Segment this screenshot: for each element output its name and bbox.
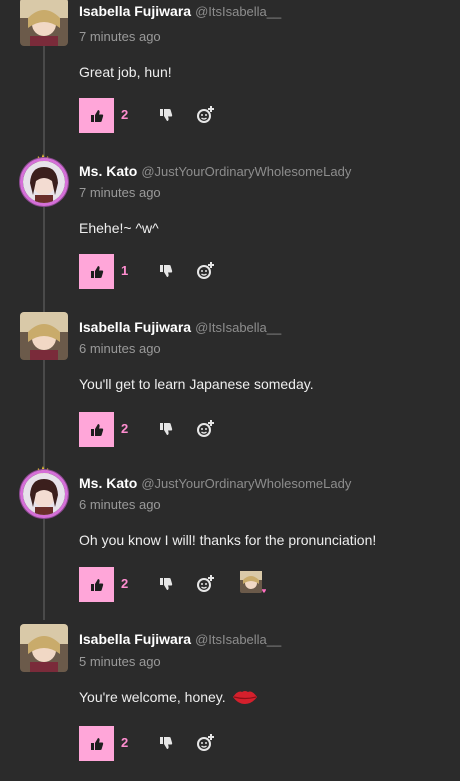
author-name-text[interactable]: Isabella Fujiwara	[79, 319, 191, 335]
thumbs-down-icon	[160, 737, 173, 749]
author-name[interactable]: Ms. Kato @JustYourOrdinaryWholesomeLady	[79, 163, 351, 179]
thumbs-down-icon	[160, 109, 173, 121]
timestamp: 6 minutes ago	[79, 341, 161, 356]
timestamp: 5 minutes ago	[79, 654, 161, 669]
comment: Isabella Fujiwara @ItsIsabella__ 6 minute…	[0, 312, 460, 468]
comment-text: Great job, hun!	[79, 64, 172, 80]
timestamp: 6 minutes ago	[79, 497, 161, 512]
author-name[interactable]: Isabella Fujiwara @ItsIsabella__	[79, 631, 281, 647]
like-button[interactable]	[79, 567, 114, 602]
reactor-avatar	[240, 571, 266, 593]
author-name-text[interactable]: Isabella Fujiwara	[79, 3, 191, 19]
thumbs-down-icon	[160, 578, 173, 590]
author-handle[interactable]: @ItsIsabella__	[195, 632, 281, 647]
add-reaction-button[interactable]	[196, 574, 216, 594]
comment-text: Oh you know I will! thanks for the pronu…	[79, 532, 377, 548]
author-name-text[interactable]: Ms. Kato	[79, 475, 137, 491]
like-button[interactable]	[79, 412, 114, 447]
comment: Ms. Kato @JustYourOrdinaryWholesomeLady 7…	[0, 154, 460, 312]
reaction-chip[interactable]	[238, 569, 270, 597]
like-count: 1	[121, 263, 129, 278]
like-count: 2	[121, 421, 129, 436]
comment-actions: 2	[79, 567, 439, 603]
like-button[interactable]	[79, 98, 114, 133]
comment-actions: 2	[79, 412, 439, 448]
like-button[interactable]	[79, 254, 114, 289]
add-reaction-button[interactable]	[196, 419, 216, 439]
timestamp: 7 minutes ago	[79, 185, 161, 200]
thumbs-down-icon	[160, 265, 173, 277]
thumbs-down-icon	[160, 423, 173, 435]
avatar[interactable]	[20, 0, 68, 46]
add-reaction-icon	[197, 575, 214, 592]
add-reaction-button[interactable]	[196, 261, 216, 281]
author-name-text[interactable]: Ms. Kato	[79, 163, 137, 179]
comment-text: You'll get to learn Japanese someday.	[79, 376, 314, 392]
add-reaction-icon	[197, 262, 214, 279]
comment-text: You're welcome, honey.	[79, 689, 258, 708]
thumbs-up-icon	[90, 578, 103, 591]
comment: Isabella Fujiwara @ItsIsabella__ 5 minute…	[0, 624, 460, 780]
comment-text: Ehehe!~ ^w^	[79, 220, 159, 236]
add-reaction-icon	[197, 106, 214, 123]
add-reaction-icon	[197, 734, 214, 751]
dislike-button[interactable]	[159, 264, 175, 280]
dislike-button[interactable]	[159, 422, 175, 438]
comment-actions: 2	[79, 726, 439, 762]
avatar[interactable]	[20, 158, 68, 206]
avatar[interactable]	[20, 312, 68, 360]
like-count: 2	[121, 576, 129, 591]
author-handle[interactable]: @ItsIsabella__	[195, 4, 281, 19]
comment-text-content: You're welcome, honey.	[79, 689, 226, 706]
avatar[interactable]	[20, 624, 68, 672]
dislike-button[interactable]	[159, 577, 175, 593]
thumbs-up-icon	[90, 737, 103, 750]
comment-actions: 2	[79, 98, 439, 134]
author-name[interactable]: Ms. Kato @JustYourOrdinaryWholesomeLady	[79, 475, 351, 491]
add-reaction-button[interactable]	[196, 105, 216, 125]
author-handle[interactable]: @JustYourOrdinaryWholesomeLady	[141, 476, 351, 491]
comment: Ms. Kato @JustYourOrdinaryWholesomeLady 6…	[0, 466, 460, 624]
timestamp: 7 minutes ago	[79, 29, 161, 44]
thumbs-up-icon	[90, 109, 103, 122]
add-reaction-icon	[197, 420, 214, 437]
thumbs-up-icon	[90, 423, 103, 436]
author-name[interactable]: Isabella Fujiwara @ItsIsabella__	[79, 319, 281, 335]
author-name-text[interactable]: Isabella Fujiwara	[79, 631, 191, 647]
like-count: 2	[121, 735, 129, 750]
comment-actions: 1	[79, 254, 439, 290]
thumbs-up-icon	[90, 265, 103, 278]
dislike-button[interactable]	[159, 736, 175, 752]
add-reaction-button[interactable]	[196, 733, 216, 753]
author-handle[interactable]: @ItsIsabella__	[195, 320, 281, 335]
avatar[interactable]	[20, 470, 68, 518]
author-name[interactable]: Isabella Fujiwara @ItsIsabella__	[79, 3, 281, 19]
like-count: 2	[121, 107, 129, 122]
kiss-lips-icon	[232, 689, 258, 708]
comment: Isabella Fujiwara @ItsIsabella__ 7 minute…	[0, 0, 460, 156]
like-button[interactable]	[79, 726, 114, 761]
dislike-button[interactable]	[159, 108, 175, 124]
author-handle[interactable]: @JustYourOrdinaryWholesomeLady	[141, 164, 351, 179]
